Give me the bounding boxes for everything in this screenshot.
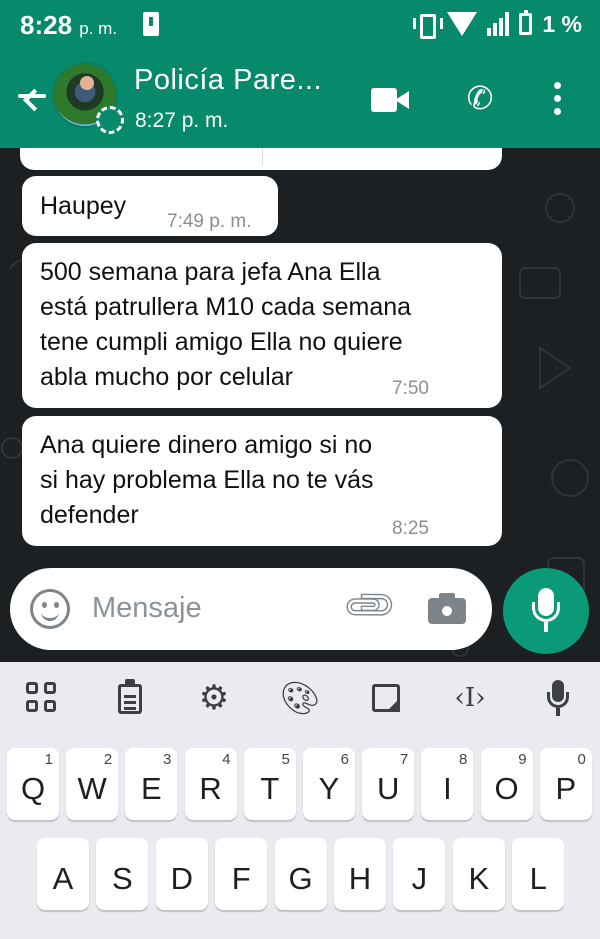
message-bubble[interactable]: Ana quiere dinero amigo si no si hay pro…: [22, 416, 502, 546]
message-time: 7:50: [392, 378, 429, 399]
notification-icon: [143, 12, 159, 36]
message-text: Haupey: [40, 192, 127, 220]
message-text: Ana quiere dinero amigo si no si hay pro…: [40, 431, 374, 529]
camera-icon[interactable]: [428, 592, 466, 624]
soft-keyboard: ⚙ 🎨︎ ‹I› 1Q2W3E4R5T6Y7U8I9O0PASDFGHJKL: [0, 662, 600, 939]
key-number-hint: 4: [222, 751, 231, 768]
key-y[interactable]: 6Y: [303, 748, 355, 820]
battery-icon: [519, 10, 533, 35]
key-d[interactable]: D: [155, 838, 208, 910]
key-label: W: [77, 771, 107, 806]
message-time: 7:49 p. m.: [167, 211, 252, 232]
attach-icon[interactable]: 📎︎: [339, 575, 400, 636]
keyboard-toolbar: ⚙ 🎨︎ ‹I›: [0, 662, 600, 734]
key-label: J: [411, 861, 428, 896]
voice-record-button[interactable]: [503, 568, 589, 654]
key-number-hint: 0: [577, 751, 586, 768]
message-bubble[interactable]: Haupey 7:49 p. m.: [22, 176, 278, 236]
key-p[interactable]: 0P: [539, 748, 592, 820]
status-time-suffix: p. m.: [79, 19, 118, 38]
status-time: 8:28 p. m.: [20, 10, 117, 41]
key-label: L: [529, 861, 547, 896]
key-o[interactable]: 9O: [480, 748, 533, 820]
key-label: P: [555, 771, 577, 806]
wifi-icon: [447, 12, 478, 36]
key-l[interactable]: L: [512, 838, 565, 910]
key-label: K: [468, 861, 490, 896]
key-j[interactable]: J: [393, 838, 446, 910]
message-bubble[interactable]: 500 semana para jefa Ana Ella está patru…: [22, 243, 502, 408]
chat-header: Policía Pare... 8:27 p. m. ✆: [0, 48, 600, 148]
disappearing-timer-icon: [96, 106, 124, 134]
key-number-hint: 8: [459, 751, 468, 768]
key-label: E: [141, 771, 162, 806]
key-number-hint: 6: [340, 751, 349, 768]
key-a[interactable]: A: [37, 838, 89, 910]
phone-call-icon[interactable]: ✆: [462, 80, 498, 116]
message-input[interactable]: Mensaje 📎︎: [10, 568, 492, 650]
key-label: D: [170, 861, 193, 896]
key-r[interactable]: 4R: [184, 748, 237, 820]
key-e[interactable]: 3E: [125, 748, 178, 820]
key-f[interactable]: F: [215, 838, 268, 910]
key-label: I: [443, 771, 452, 806]
key-label: U: [376, 771, 400, 806]
key-number-hint: 9: [518, 751, 527, 768]
key-label: F: [231, 861, 251, 896]
back-arrow-icon[interactable]: [14, 78, 48, 114]
key-number-hint: 2: [103, 751, 113, 768]
message-text: 500 semana para jefa Ana Ella está patru…: [40, 258, 412, 391]
key-t[interactable]: 5T: [243, 748, 296, 820]
last-seen: 8:27 p. m.: [135, 109, 229, 132]
video-call-icon[interactable]: [371, 88, 409, 112]
key-label: A: [52, 861, 74, 896]
settings-gear-icon[interactable]: ⚙: [192, 678, 236, 718]
key-q[interactable]: 1Q: [7, 748, 59, 820]
key-label: Q: [20, 771, 46, 806]
key-h[interactable]: H: [334, 838, 386, 910]
keyboard-row-3-partial[interactable]: [8, 932, 592, 939]
previous-message-bubble[interactable]: [20, 148, 502, 170]
key-i[interactable]: 8I: [421, 748, 474, 820]
key-s[interactable]: S: [96, 838, 149, 910]
key-g[interactable]: G: [274, 838, 327, 910]
key-label: H: [348, 861, 372, 896]
key-number-hint: 5: [281, 751, 290, 768]
sticker-icon[interactable]: [364, 678, 408, 718]
key-label: Y: [318, 771, 340, 806]
key-u[interactable]: 7U: [362, 748, 415, 820]
clipboard-icon[interactable]: [108, 678, 152, 718]
key-label: G: [288, 861, 313, 896]
apps-grid-icon[interactable]: [22, 678, 66, 718]
emoji-icon[interactable]: [30, 589, 70, 629]
message-composer: Mensaje 📎︎: [0, 558, 600, 662]
text-cursor-icon[interactable]: ‹I›: [448, 678, 492, 718]
key-k[interactable]: K: [452, 838, 505, 910]
key-number-hint: 3: [163, 751, 172, 768]
key-label: O: [494, 771, 519, 806]
status-time-value: 8:28: [20, 10, 73, 40]
key-label: R: [199, 771, 222, 806]
contact-name[interactable]: Policía Pare...: [134, 64, 322, 97]
key-w[interactable]: 2W: [66, 748, 119, 820]
status-indicators: 1 %: [413, 9, 582, 39]
key-number-hint: 7: [399, 751, 409, 768]
more-options-icon[interactable]: [553, 82, 563, 116]
message-time: 8:25: [392, 518, 429, 539]
theme-palette-icon[interactable]: 🎨︎: [278, 678, 322, 718]
message-placeholder: Mensaje: [92, 592, 202, 624]
battery-level: 1 %: [542, 10, 582, 37]
key-label: S: [112, 861, 133, 896]
status-bar: 8:28 p. m. 1 %: [0, 0, 600, 48]
key-label: T: [260, 771, 280, 806]
voice-input-icon[interactable]: [536, 678, 580, 718]
vibrate-icon: [413, 13, 444, 39]
signal-icon: [487, 12, 510, 36]
key-number-hint: 1: [44, 751, 53, 768]
